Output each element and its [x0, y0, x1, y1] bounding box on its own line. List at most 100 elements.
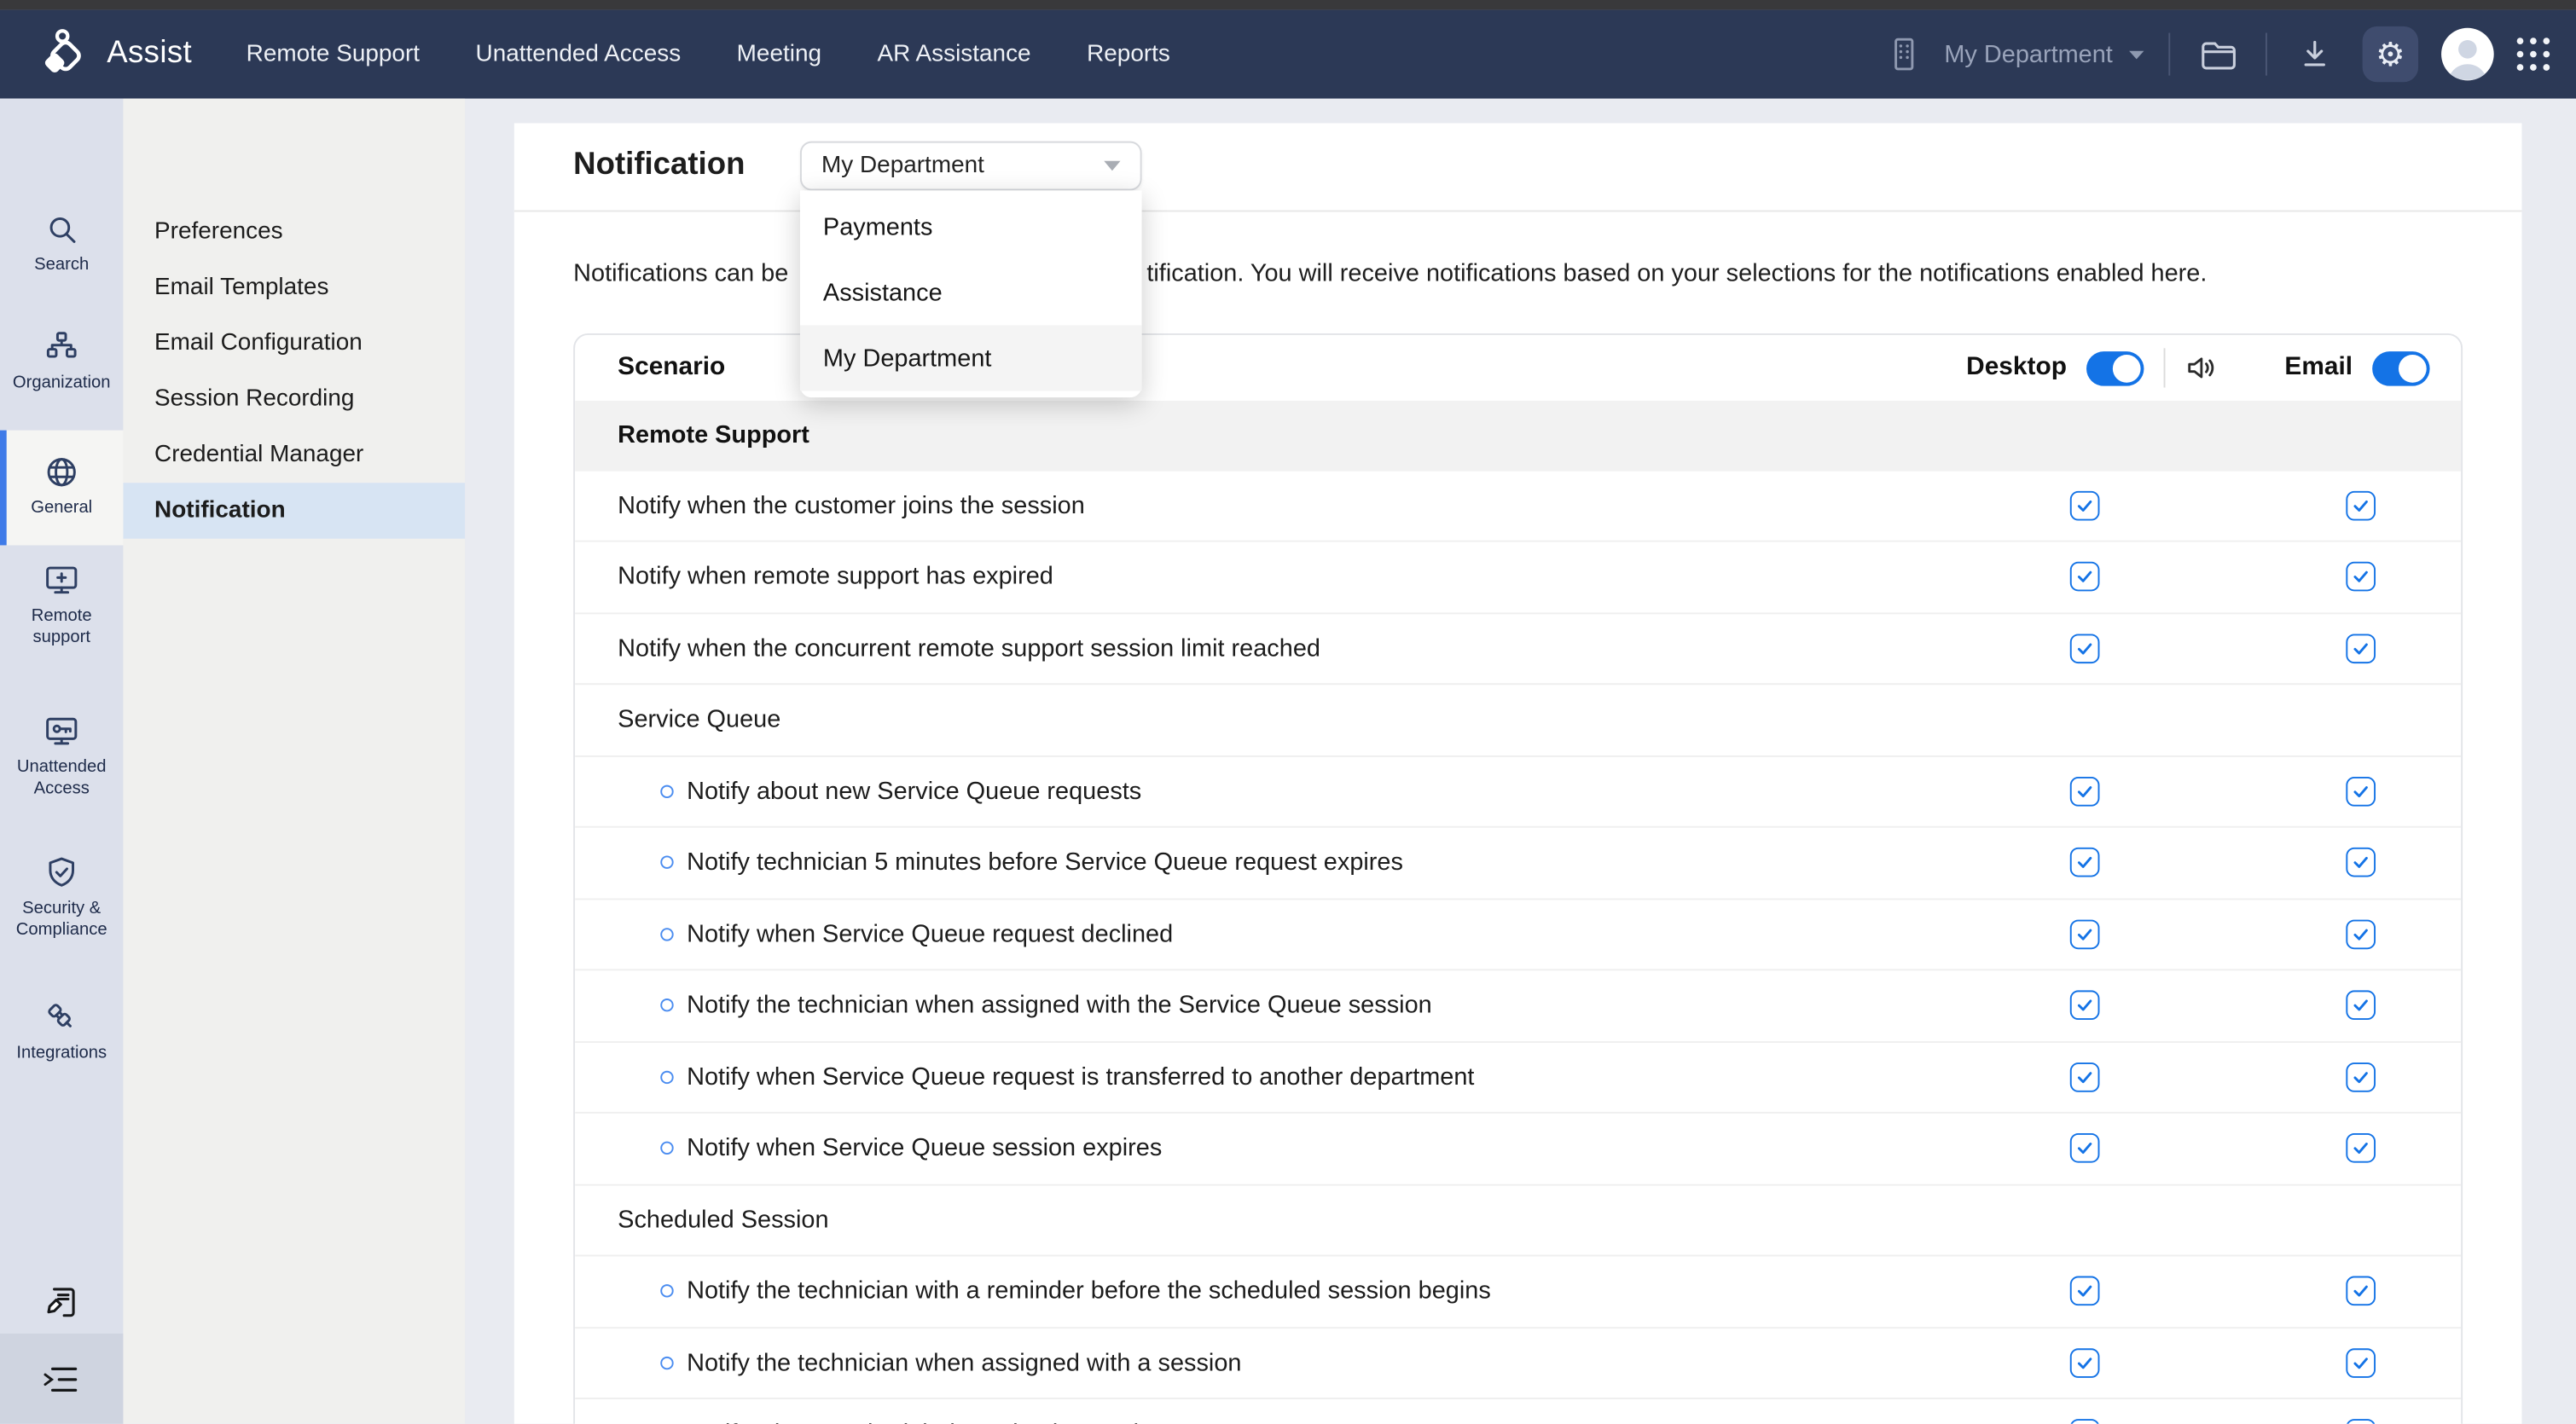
- apps-grid-icon[interactable]: [2517, 38, 2550, 71]
- collapse-sidebar-button[interactable]: [0, 1334, 123, 1424]
- desktop-checkbox[interactable]: [2070, 562, 2100, 592]
- topnav-right-cluster: My Department ⚙: [1880, 26, 2550, 82]
- section-header-label: Remote Support: [618, 422, 809, 450]
- sidebar-item-remote-support[interactable]: Remote support: [0, 562, 123, 647]
- desktop-checkbox[interactable]: [2070, 777, 2100, 807]
- submenu-item-preferences[interactable]: Preferences: [123, 204, 465, 259]
- sidebar-item-organization[interactable]: Organization: [0, 328, 123, 393]
- table-row: Notify about new Service Queue requests: [575, 755, 2461, 826]
- rail-item-label: Search: [34, 255, 89, 275]
- submenu-item-session-recording[interactable]: Session Recording: [123, 371, 465, 426]
- chevron-down-icon: [2127, 49, 2145, 60]
- email-checkbox[interactable]: [2346, 562, 2376, 592]
- scenario-label: Notify when remote support has expired: [618, 563, 1053, 591]
- bullet-circle-icon: [660, 999, 673, 1012]
- email-checkbox[interactable]: [2346, 634, 2376, 663]
- dropdown-option-payments[interactable]: Payments: [800, 194, 1142, 259]
- desktop-checkbox[interactable]: [2070, 1276, 2100, 1306]
- department-label: My Department: [1944, 40, 2113, 68]
- table-rows: Remote SupportNotify when the customer j…: [575, 401, 2461, 1424]
- email-checkbox[interactable]: [2346, 919, 2376, 949]
- scenario-column-header: Scenario: [618, 353, 725, 383]
- brand-logo[interactable]: Assist: [43, 28, 192, 81]
- brand-name: Assist: [107, 36, 192, 72]
- table-row: Notify when remote support has expired: [575, 541, 2461, 612]
- scenario-label: Notify technician 5 minutes before Servi…: [687, 848, 1403, 877]
- top-nav-items: Remote Support Unattended Access Meeting AR…: [247, 41, 1170, 67]
- divider: [2164, 348, 2166, 387]
- top-nav-item-unattended-access[interactable]: Unattended Access: [476, 41, 682, 67]
- shield-check-icon: [43, 854, 80, 892]
- top-nav-item-meeting[interactable]: Meeting: [737, 41, 821, 67]
- email-checkbox[interactable]: [2346, 848, 2376, 877]
- desktop-checkbox[interactable]: [2070, 991, 2100, 1021]
- dropdown-option-my-department[interactable]: My Department: [800, 325, 1142, 391]
- submenu-item-notification[interactable]: Notification: [123, 483, 465, 538]
- department-dropdown-button[interactable]: My Department: [800, 142, 1142, 191]
- desktop-checkbox[interactable]: [2070, 1133, 2100, 1163]
- settings-button[interactable]: ⚙: [2363, 26, 2418, 82]
- desktop-checkbox[interactable]: [2070, 1348, 2100, 1378]
- submenu-item-credential-manager[interactable]: Credential Manager: [123, 427, 465, 483]
- top-nav-item-reports[interactable]: Reports: [1087, 41, 1170, 67]
- sound-icon[interactable]: [2184, 350, 2219, 385]
- feedback-button[interactable]: [0, 1282, 123, 1322]
- divider: [2266, 33, 2267, 76]
- bullet-circle-icon: [660, 1142, 673, 1155]
- monitor-key-icon: [43, 713, 80, 750]
- desktop-checkbox[interactable]: [2070, 490, 2100, 520]
- department-selector[interactable]: My Department: [1880, 30, 2145, 79]
- description-fragment-right: tification. You will receive notificatio…: [1146, 259, 2207, 287]
- scenario-label: Notify when Service Queue request declin…: [687, 920, 1173, 948]
- email-checkbox[interactable]: [2346, 1133, 2376, 1163]
- email-checkbox[interactable]: [2346, 1276, 2376, 1306]
- email-checkbox[interactable]: [2346, 1348, 2376, 1378]
- description-fragment-left: Notifications can be: [573, 259, 788, 287]
- email-checkbox[interactable]: [2346, 1420, 2376, 1424]
- search-icon: [43, 211, 80, 248]
- desktop-checkbox[interactable]: [2070, 919, 2100, 949]
- email-checkbox[interactable]: [2346, 991, 2376, 1021]
- rail-item-label: Security & Compliance: [3, 899, 121, 940]
- desktop-checkbox[interactable]: [2070, 634, 2100, 663]
- dropdown-option-assistance[interactable]: Assistance: [800, 259, 1142, 325]
- scenario-label: Notify when Service Queue request is tra…: [687, 1063, 1474, 1091]
- email-checkbox[interactable]: [2346, 490, 2376, 520]
- email-checkbox[interactable]: [2346, 1062, 2376, 1092]
- desktop-checkbox[interactable]: [2070, 1062, 2100, 1092]
- desktop-checkbox[interactable]: [2070, 848, 2100, 877]
- table-row: Notify when the concurrent remote suppor…: [575, 611, 2461, 683]
- top-nav-item-remote-support[interactable]: Remote Support: [247, 41, 420, 67]
- icon-sidebar: Search Organization General Remote support U…: [0, 99, 123, 1424]
- subsection-header-label: Service Queue: [618, 706, 780, 734]
- rail-item-label: Organization: [13, 373, 111, 393]
- submenu-item-email-configuration[interactable]: Email Configuration: [123, 315, 465, 371]
- rail-item-label: Integrations: [16, 1043, 107, 1063]
- globe-icon: [43, 454, 80, 491]
- desktop-master-toggle[interactable]: [2086, 351, 2144, 385]
- download-icon[interactable]: [2290, 30, 2340, 79]
- table-row: Notify when Service Queue request declin…: [575, 898, 2461, 970]
- collapse-panel-icon: [40, 1361, 83, 1397]
- sidebar-item-search[interactable]: Search: [0, 211, 123, 275]
- user-avatar[interactable]: [2441, 28, 2494, 81]
- desktop-checkbox[interactable]: [2070, 1420, 2100, 1424]
- submenu-item-email-templates[interactable]: Email Templates: [123, 259, 465, 315]
- plug-icon: [43, 999, 80, 1036]
- bullet-circle-icon: [660, 1356, 673, 1369]
- sidebar-item-integrations[interactable]: Integrations: [0, 999, 123, 1063]
- notification-table-card: Scenario Desktop Email Remote SupportNot…: [573, 333, 2463, 1424]
- sidebar-item-unattended-access[interactable]: Unattended Access: [0, 713, 123, 798]
- scenario-label: Notify when a scheduled session is overd…: [687, 1421, 1166, 1424]
- table-row: Notify when a scheduled session is overd…: [575, 1398, 2461, 1424]
- email-master-toggle[interactable]: [2372, 351, 2429, 385]
- notepad-pencil-icon: [42, 1282, 81, 1322]
- email-checkbox[interactable]: [2346, 777, 2376, 807]
- sidebar-item-general[interactable]: General: [0, 431, 123, 545]
- folder-icon[interactable]: [2193, 30, 2242, 79]
- sidebar-item-security-compliance[interactable]: Security & Compliance: [0, 854, 123, 940]
- top-nav-item-ar-assistance[interactable]: AR Assistance: [878, 41, 1031, 67]
- app-window: Assist Remote Support Unattended Access Me…: [0, 0, 2576, 1424]
- bullet-circle-icon: [660, 784, 673, 797]
- table-section-row: Remote Support: [575, 401, 2461, 471]
